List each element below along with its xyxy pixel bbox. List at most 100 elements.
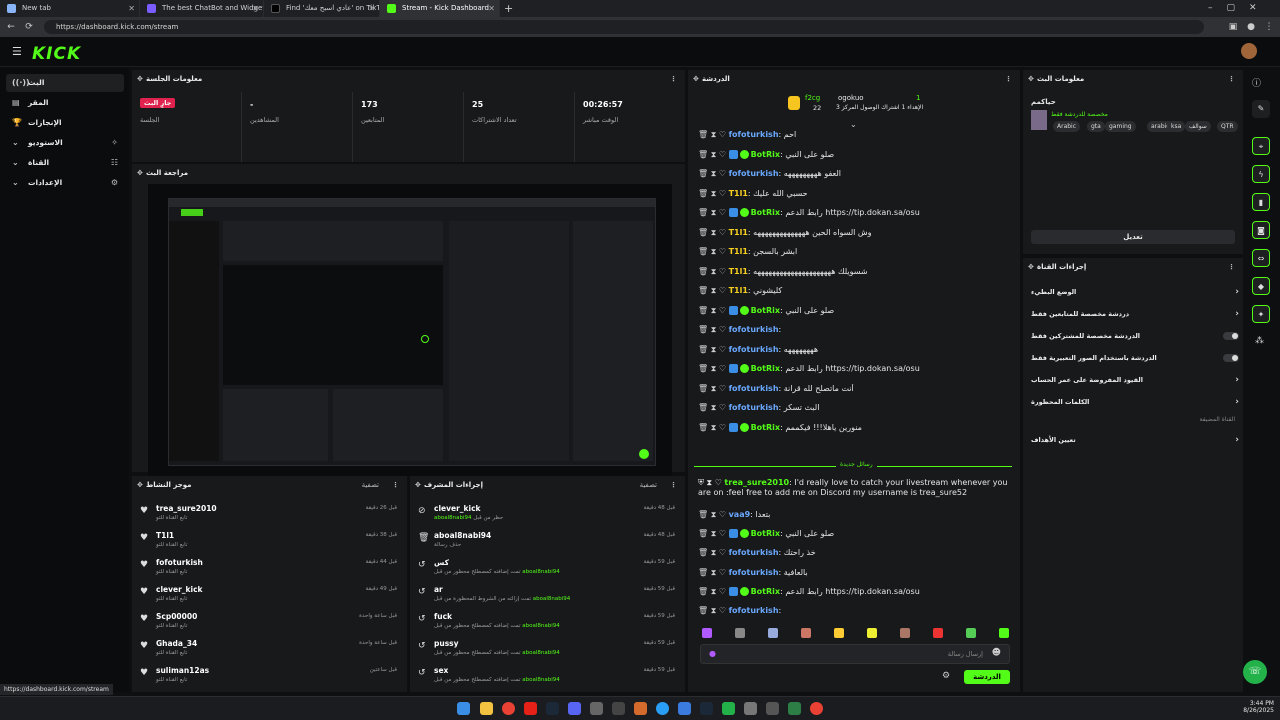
tools-icon[interactable]: ✦ (1252, 305, 1270, 323)
more-options-icon[interactable]: ⋮ (670, 476, 677, 494)
sidebar-item-live[interactable]: ((·)) البث (6, 74, 124, 92)
emote-icon[interactable] (801, 628, 811, 638)
mod-actions-icon[interactable]: 🗑 ⧗ ♡ (698, 306, 729, 315)
app-icon[interactable] (722, 702, 735, 715)
drag-handle-icon[interactable]: ✥ (693, 70, 699, 88)
drag-handle-icon[interactable]: ✥ (1028, 258, 1034, 276)
emote-icon[interactable] (933, 628, 943, 638)
more-options-icon[interactable]: ⋮ (1228, 258, 1235, 276)
chat-username[interactable]: T1l1 (729, 267, 748, 276)
avatar[interactable] (1241, 43, 1257, 59)
kick-logo[interactable]: KICK (32, 44, 81, 64)
mod-actions-icon[interactable]: 🗑 ⧗ ♡ (698, 529, 729, 538)
more-options-icon[interactable]: ⋮ (392, 476, 399, 494)
chat-settings-icon[interactable]: ⚙ (942, 671, 950, 681)
send-chat-button[interactable]: الدردشة (964, 670, 1010, 684)
clock[interactable]: 3:44 PM 8/26/2025 (1236, 700, 1274, 714)
slow-mode-row[interactable]: الوضع البطيء › (1031, 282, 1239, 302)
clips-icon[interactable]: ▮ (1252, 193, 1270, 211)
share-icon[interactable]: ⁂ (1255, 336, 1264, 346)
sidebar-item-channel[interactable]: ⌄ القناة ☷ (6, 154, 124, 172)
chat-username[interactable]: fofoturkish (729, 345, 779, 354)
app-icon[interactable] (678, 702, 691, 715)
close-icon[interactable]: ✕ (128, 0, 135, 17)
edit-stream-info-button[interactable]: تعديل (1031, 230, 1235, 244)
mod-actions-icon[interactable]: 🗑 ⧗ ♡ (698, 325, 729, 334)
more-options-icon[interactable]: ⋮ (1228, 70, 1235, 88)
close-icon[interactable]: ✕ (252, 0, 259, 17)
emote-icon[interactable] (900, 628, 910, 638)
close-icon[interactable]: ✕ (368, 0, 375, 17)
close-icon[interactable]: ✕ (488, 0, 495, 17)
chat-username[interactable]: T1l1 (729, 286, 748, 295)
chat-username[interactable]: fofoturkish (729, 325, 779, 334)
hamburger-menu-icon[interactable]: ☰ (12, 45, 22, 58)
file-explorer-icon[interactable] (480, 702, 493, 715)
emote-icon[interactable] (735, 628, 745, 638)
window-controls[interactable]: –▢✕ (1208, 0, 1271, 17)
reload-icon[interactable]: ⟳ (22, 20, 36, 34)
drag-handle-icon[interactable]: ✥ (415, 476, 421, 494)
browser-tab-active[interactable]: Stream - Kick Dashboard ✕ (380, 0, 500, 17)
followers-only-row[interactable]: دردشة مخصصة للمتابعين فقط › (1031, 304, 1239, 324)
chat-username[interactable]: fofoturkish (729, 606, 779, 615)
app-icon[interactable] (590, 702, 603, 715)
mod-actions-icon[interactable]: 🗑 ⧗ ♡ (698, 364, 729, 373)
chat-username[interactable]: vaa9 (729, 510, 751, 519)
stream-preview-video[interactable] (148, 184, 672, 476)
chat-username[interactable]: BotRix (751, 423, 780, 432)
drag-handle-icon[interactable]: ✥ (137, 164, 143, 182)
emoji-icon[interactable]: ☻ (992, 648, 1001, 658)
chat-username[interactable]: fofoturkish (729, 384, 779, 393)
emotes-only-toggle[interactable] (1223, 354, 1239, 362)
mod-actions-icon[interactable]: 🗑 ⧗ ♡ (698, 247, 729, 256)
drag-handle-icon[interactable]: ✥ (137, 70, 143, 88)
mod-actions-icon[interactable]: 🗑 ⧗ ♡ (698, 189, 729, 198)
mod-actions-icon[interactable]: 🗑 ⧗ ♡ (698, 267, 729, 276)
filter-button[interactable]: تصفية (640, 476, 657, 494)
emote-icon[interactable] (702, 628, 712, 638)
app-icon[interactable] (788, 702, 801, 715)
app-icon[interactable] (634, 702, 647, 715)
browser-tab[interactable]: The best ChatBot and Widgets fo✕ (140, 0, 264, 17)
drag-handle-icon[interactable]: ✥ (1028, 70, 1034, 88)
extensions-icon[interactable]: ▣ (1226, 20, 1240, 34)
mod-actions-icon[interactable]: 🗑 ⧗ ♡ (698, 587, 729, 596)
mod-actions-icon[interactable]: 🗑 ⧗ ♡ (698, 510, 729, 519)
app-icon[interactable] (700, 702, 713, 715)
moderation-icon[interactable]: ◆ (1252, 277, 1270, 295)
start-icon[interactable] (457, 702, 470, 715)
mod-actions-icon[interactable]: 🗑 ⧗ ♡ (698, 423, 729, 432)
back-icon[interactable]: ← (4, 20, 18, 34)
mod-actions-icon[interactable]: 🗑 ⧗ ♡ (698, 345, 729, 354)
subscribers-only-toggle[interactable] (1223, 332, 1239, 340)
more-options-icon[interactable]: ⋮ (670, 70, 677, 88)
chrome-icon[interactable] (810, 702, 823, 715)
settings-icon[interactable] (744, 702, 757, 715)
menu-icon[interactable]: ⋮ (1262, 20, 1276, 34)
chat-username[interactable]: fofoturkish (729, 169, 779, 178)
chat-username[interactable]: fofoturkish (729, 130, 779, 139)
chat-username[interactable]: fofoturkish (729, 568, 779, 577)
mod-actions-icon[interactable]: 🗑 ⧗ ♡ (698, 568, 729, 577)
discord-icon[interactable] (568, 702, 581, 715)
set-goals-row[interactable]: تعيين الأهداف › (1031, 430, 1239, 450)
chat-username[interactable]: BotRix (751, 150, 780, 159)
mod-actions-icon[interactable]: 🗑 ⧗ ♡ (698, 228, 729, 237)
sidebar-item-settings[interactable]: ⌄ الإعدادات ⚙ (6, 174, 124, 192)
filter-button[interactable]: تصفية (362, 476, 379, 494)
edge-icon[interactable] (656, 702, 669, 715)
chat-username[interactable]: T1l1 (729, 189, 748, 198)
sidebar-item-home[interactable]: ▤ المقر (6, 94, 124, 112)
emote-icon[interactable] (768, 628, 778, 638)
emote-icon[interactable] (834, 628, 844, 638)
emote-icon[interactable] (999, 628, 1009, 638)
chat-username[interactable]: BotRix (751, 306, 780, 315)
chrome-icon[interactable] (502, 702, 515, 715)
chat-username[interactable]: fofoturkish (729, 548, 779, 557)
banned-words-row[interactable]: الكلمات المحظورة › (1031, 392, 1239, 412)
chat-username[interactable]: BotRix (751, 587, 780, 596)
more-options-icon[interactable]: ⋮ (1005, 70, 1012, 88)
chat-username[interactable]: fofoturkish (729, 403, 779, 412)
stream-category[interactable]: مخصصة للدردشة فقط (1051, 111, 1108, 118)
